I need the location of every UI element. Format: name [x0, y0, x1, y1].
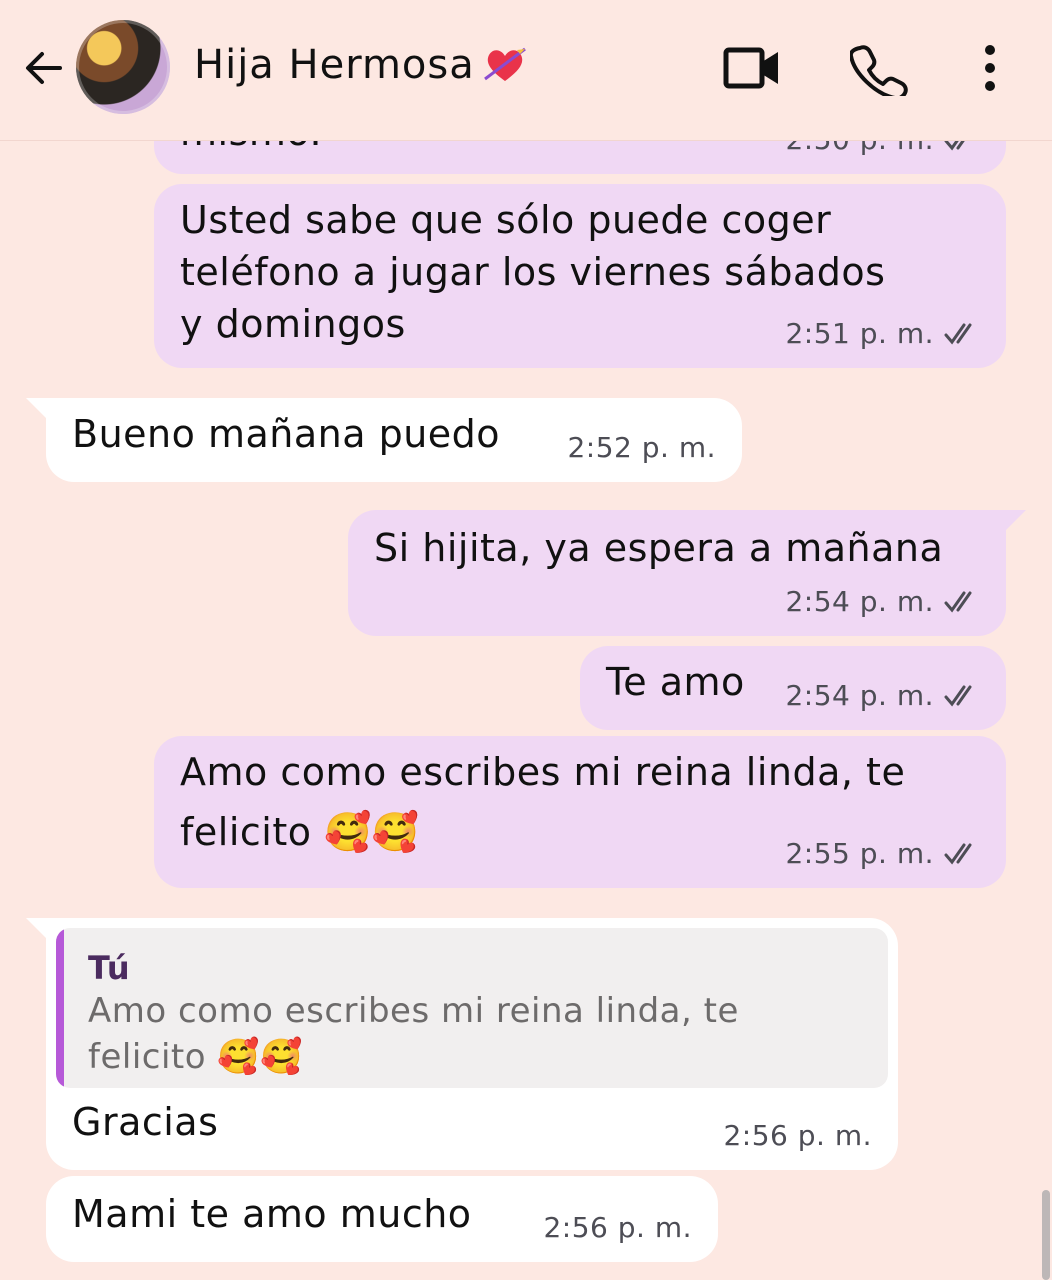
scrollbar[interactable] — [1042, 1190, 1050, 1280]
double-check-icon — [944, 591, 972, 613]
heart-arrow-icon — [483, 47, 526, 81]
message-time: 2:54 p. m. — [785, 679, 934, 712]
message-text: Mami te amo mucho — [72, 1192, 472, 1236]
quote-bar — [56, 928, 64, 1088]
message-text-line: y domingos — [180, 302, 406, 346]
message-time: 2:56 p. m. — [543, 1211, 692, 1244]
message-meta: 2:52 p. m. — [567, 422, 716, 474]
back-arrow-icon[interactable] — [20, 44, 68, 92]
message-incoming-reply[interactable]: Tú Amo como escribes mi reina linda, te … — [26, 918, 898, 1170]
message-outgoing[interactable]: Te amo 2:54 p. m. — [580, 646, 1006, 730]
message-incoming[interactable]: Mami te amo mucho 2:56 p. m. — [46, 1176, 718, 1262]
chat-header: Hija Hermosa — [0, 0, 1052, 141]
double-check-icon — [944, 685, 972, 707]
message-time: 2:52 p. m. — [567, 431, 716, 464]
avatar[interactable] — [76, 20, 170, 114]
double-check-icon — [944, 323, 972, 345]
message-time: 2:51 p. m. — [785, 317, 934, 350]
message-outgoing[interactable]: mismo. 2:50 p. m. — [154, 140, 1006, 174]
message-outgoing[interactable]: Si hijita, ya espera a mañana 2:54 p. m. — [348, 510, 1026, 636]
message-meta: 2:55 p. m. — [785, 828, 980, 880]
message-time: 2:50 p. m. — [785, 140, 934, 166]
message-meta: 2:54 p. m. — [785, 670, 980, 722]
contact-title[interactable]: Hija Hermosa — [194, 42, 529, 88]
message-text: Bueno mañana puedo — [72, 412, 501, 456]
message-meta: 2:56 p. m. — [723, 1110, 872, 1162]
message-meta: 2:56 p. m. — [543, 1202, 692, 1254]
message-text: mismo. — [180, 140, 322, 158]
quoted-text: Amo como escribes mi reina linda, te fel… — [88, 991, 739, 1077]
message-time: 2:56 p. m. — [723, 1119, 872, 1152]
more-vertical-icon[interactable] — [970, 40, 1010, 96]
quoted-sender: Tú — [88, 949, 131, 987]
message-text: Te amo — [606, 660, 745, 704]
message-meta: 2:50 p. m. — [785, 140, 980, 166]
message-outgoing[interactable]: Usted sabe que sólo puede coger teléfono… — [154, 184, 1006, 368]
message-meta: 2:51 p. m. — [785, 308, 980, 360]
message-text: Gracias — [72, 1100, 219, 1144]
message-text-line: Amo como escribes mi reina linda, te — [180, 750, 906, 794]
chat-area[interactable]: mismo. 2:50 p. m. Usted sabe que sólo pu… — [0, 140, 1052, 1280]
contact-name: Hija Hermosa — [194, 42, 475, 88]
message-meta: 2:54 p. m. — [785, 576, 980, 628]
message-outgoing[interactable]: Amo como escribes mi reina linda, te fel… — [154, 736, 1006, 888]
double-check-icon — [944, 140, 966, 151]
message-text-line: teléfono a jugar los viernes sábados — [180, 250, 886, 294]
message-time: 2:54 p. m. — [785, 585, 934, 618]
quoted-message[interactable]: Tú Amo como escribes mi reina linda, te … — [56, 928, 888, 1088]
message-text-line: Usted sabe que sólo puede coger — [180, 198, 832, 242]
message-incoming[interactable]: Bueno mañana puedo 2:52 p. m. — [26, 398, 742, 482]
double-check-icon — [944, 843, 972, 865]
video-call-icon[interactable] — [722, 40, 782, 96]
phone-call-icon[interactable] — [850, 40, 910, 96]
message-time: 2:55 p. m. — [785, 837, 934, 870]
message-text-line: felicito 🥰🥰 — [180, 810, 420, 854]
message-text: Si hijita, ya espera a mañana — [374, 526, 944, 570]
